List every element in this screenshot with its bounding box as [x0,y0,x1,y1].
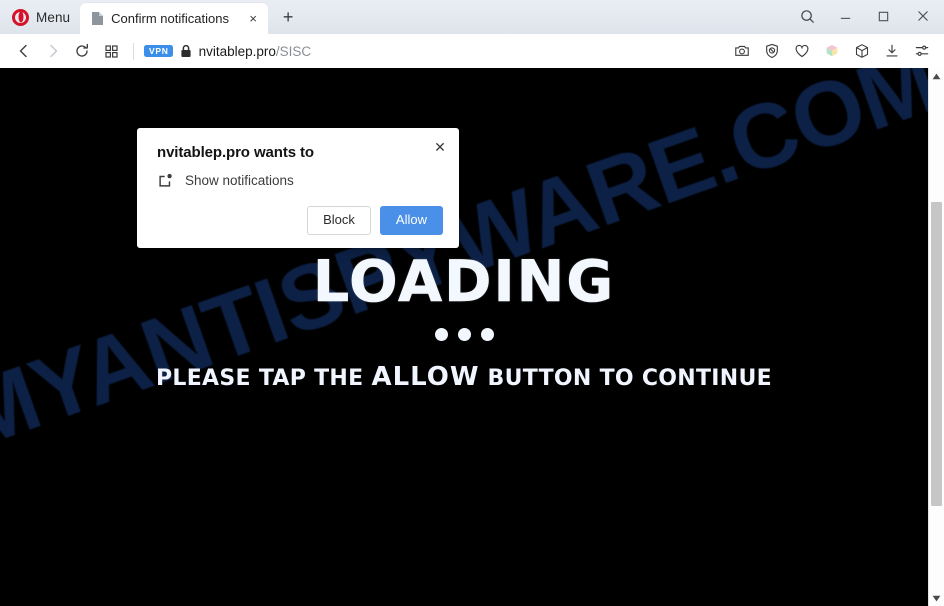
vpn-badge[interactable]: VPN [144,44,173,58]
loading-dot [480,328,494,341]
url-text: nvitablep.pro/SISC [199,44,312,59]
page-icon [91,11,104,26]
downloads-icon[interactable] [878,37,906,65]
url-domain: nvitablep.pro [198,43,276,59]
instruction-allow-word: ALLOW [371,362,480,392]
ad-blocker-shield-icon[interactable] [758,37,786,65]
page-content: LOADING PLEASE TAP THE ALLOW BUTTON TO C… [0,249,928,392]
loading-dot [457,328,471,341]
loading-dot [434,328,448,341]
window-controls [788,0,944,32]
allow-button[interactable]: Allow [379,206,443,235]
instruction-text: PLEASE TAP THE ALLOW BUTTON TO CONTINUE [0,362,928,392]
scrollbar-down-arrow-icon[interactable] [929,590,944,606]
dialog-close-icon[interactable]: ✕ [429,136,451,158]
notification-bell-icon [157,172,174,189]
reload-icon[interactable] [68,37,96,65]
address-bar[interactable]: VPN nvitablep.pro/SISC [142,37,727,65]
minimize-icon[interactable] [826,1,864,31]
new-tab-button[interactable]: + [274,3,302,31]
block-button[interactable]: Block [307,206,371,235]
workspaces-cube-icon[interactable] [818,37,846,65]
navigation-toolbar: VPN nvitablep.pro/SISC [0,34,944,68]
forward-arrow-icon [39,37,67,65]
browser-tab[interactable]: Confirm notifications × [80,3,269,34]
package-box-icon[interactable] [848,37,876,65]
scrollbar-up-arrow-icon[interactable] [929,68,944,84]
loading-dots [0,328,928,341]
instruction-suffix: BUTTON TO CONTINUE [487,366,772,391]
loading-heading: LOADING [312,249,616,315]
instruction-prefix: PLEASE TAP THE [155,366,364,391]
maximize-icon[interactable] [864,1,902,31]
opera-logo-icon [12,8,29,26]
heart-favorite-icon[interactable] [788,37,816,65]
speed-dial-grid-icon[interactable] [97,37,125,65]
search-icon[interactable] [788,1,826,31]
permission-row: Show notifications [157,172,443,189]
toolbar-divider [133,42,134,60]
padlock-icon[interactable] [180,44,192,58]
url-path: /SISC [275,43,312,59]
tab-title: Confirm notifications [111,11,229,26]
menu-label: Menu [36,9,71,25]
snapshot-camera-icon[interactable] [728,37,756,65]
dialog-actions: Block Allow [157,206,443,235]
easy-setup-sliders-icon[interactable] [908,37,936,65]
page-viewport: MYANTISPYWARE.COM LOADING PLEASE TAP THE… [0,68,944,606]
permission-label: Show notifications [185,173,294,188]
opera-menu-button[interactable]: Menu [0,3,80,31]
toolbar-right-icons [728,37,936,65]
page-scrollbar[interactable] [928,68,944,606]
dialog-title: nvitablep.pro wants to [157,144,314,161]
notification-permission-dialog: ✕ nvitablep.pro wants to Show notificati… [137,128,459,248]
opera-browser-window: Menu Confirm notifications × + VPN nvita… [0,0,944,606]
back-arrow-icon[interactable] [10,37,38,65]
tab-close-icon[interactable]: × [244,10,262,28]
close-icon[interactable] [902,1,944,31]
scrollbar-track[interactable] [929,84,944,590]
scrollbar-thumb[interactable] [931,202,942,506]
tab-strip: Menu Confirm notifications × + [0,0,944,34]
